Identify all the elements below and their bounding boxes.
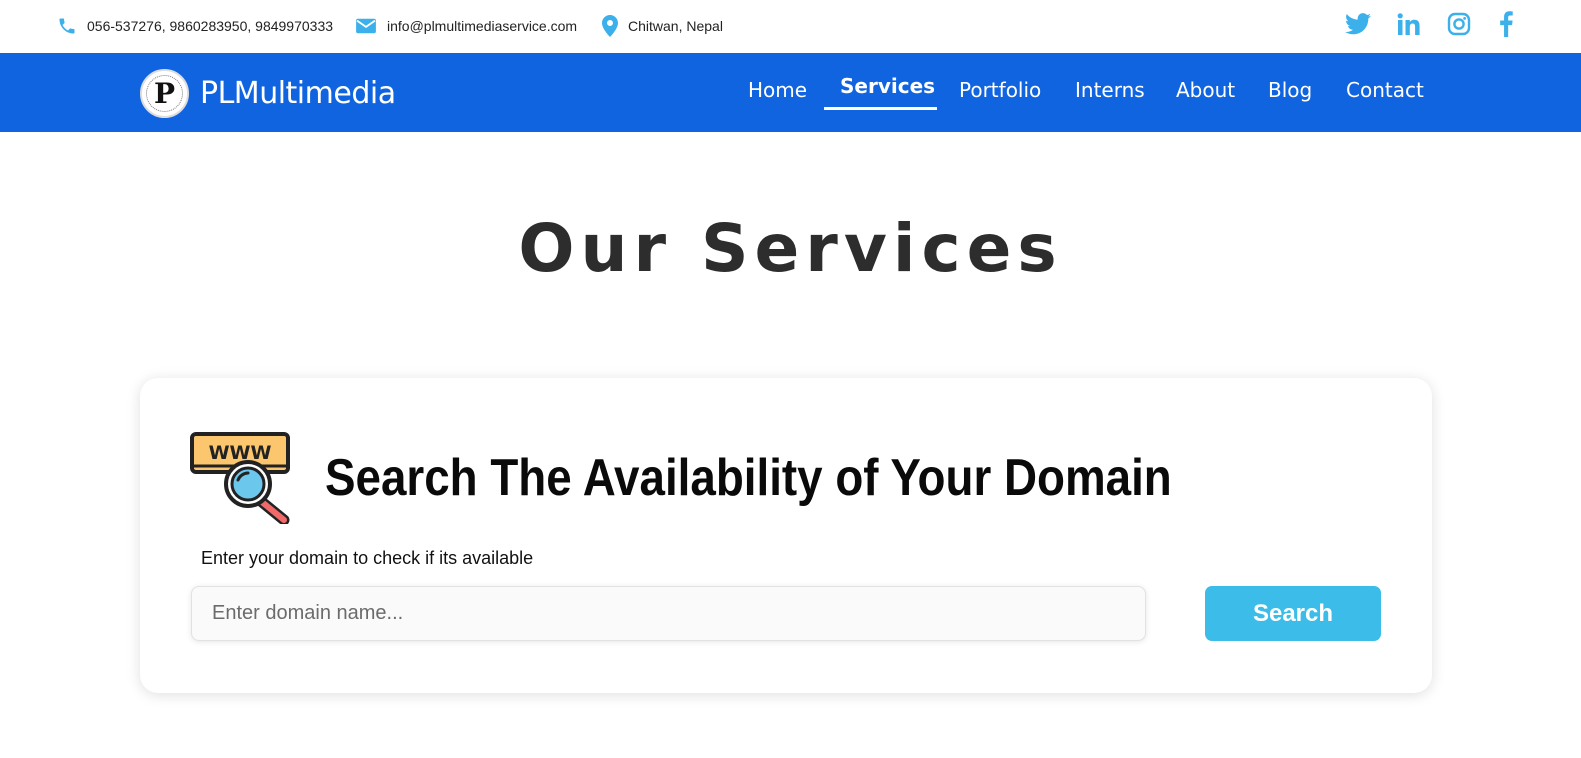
instagram-icon[interactable]: [1445, 10, 1473, 38]
brand-logo: P: [140, 68, 189, 118]
map-pin-icon: [602, 15, 618, 37]
nav-item-services[interactable]: Services: [840, 74, 935, 104]
nav-item-about[interactable]: About: [1176, 78, 1235, 108]
domain-search-input[interactable]: [191, 586, 1146, 641]
www-search-icon: WWW: [190, 432, 294, 526]
nav-item-contact[interactable]: Contact: [1346, 78, 1424, 108]
linkedin-icon[interactable]: [1395, 10, 1423, 38]
location-contact: Chitwan, Nepal: [602, 12, 723, 40]
brand-logo-letter: P: [153, 76, 176, 110]
page-title: Our Services: [518, 210, 1063, 287]
active-nav-underline: [824, 107, 937, 110]
domain-card-title: Search The Availability of Your Domain: [325, 449, 1172, 507]
domain-search-card: WWW Search The Availability of Your Doma…: [140, 378, 1432, 693]
phone-text: 056-537276, 9860283950, 9849970333: [87, 18, 334, 34]
brand-link[interactable]: P PLMultimedia: [140, 68, 396, 118]
nav-item-home[interactable]: Home: [748, 78, 807, 108]
domain-input-label: Enter your domain to check if its availa…: [201, 548, 534, 568]
envelope-icon: [355, 17, 377, 35]
phone-icon: [57, 16, 77, 36]
email-text: info@plmultimediaservice.com: [387, 18, 578, 34]
twitter-icon[interactable]: [1344, 10, 1372, 38]
brand-name: PLMultimedia: [200, 75, 396, 111]
www-icon-text: WWW: [209, 442, 272, 464]
email-contact[interactable]: info@plmultimediaservice.com: [355, 12, 577, 40]
nav-item-portfolio[interactable]: Portfolio: [959, 78, 1041, 108]
nav-item-interns[interactable]: Interns: [1075, 78, 1145, 108]
nav-item-blog[interactable]: Blog: [1268, 78, 1312, 108]
location-text: Chitwan, Nepal: [628, 18, 723, 34]
facebook-icon[interactable]: [1492, 10, 1520, 38]
main-navbar: P PLMultimedia Home Services Portfolio I…: [0, 53, 1581, 132]
search-button[interactable]: Search: [1205, 586, 1381, 641]
phone-contact[interactable]: 056-537276, 9860283950, 9849970333: [57, 12, 333, 40]
contact-bar: 056-537276, 9860283950, 9849970333 info@…: [0, 0, 1581, 53]
